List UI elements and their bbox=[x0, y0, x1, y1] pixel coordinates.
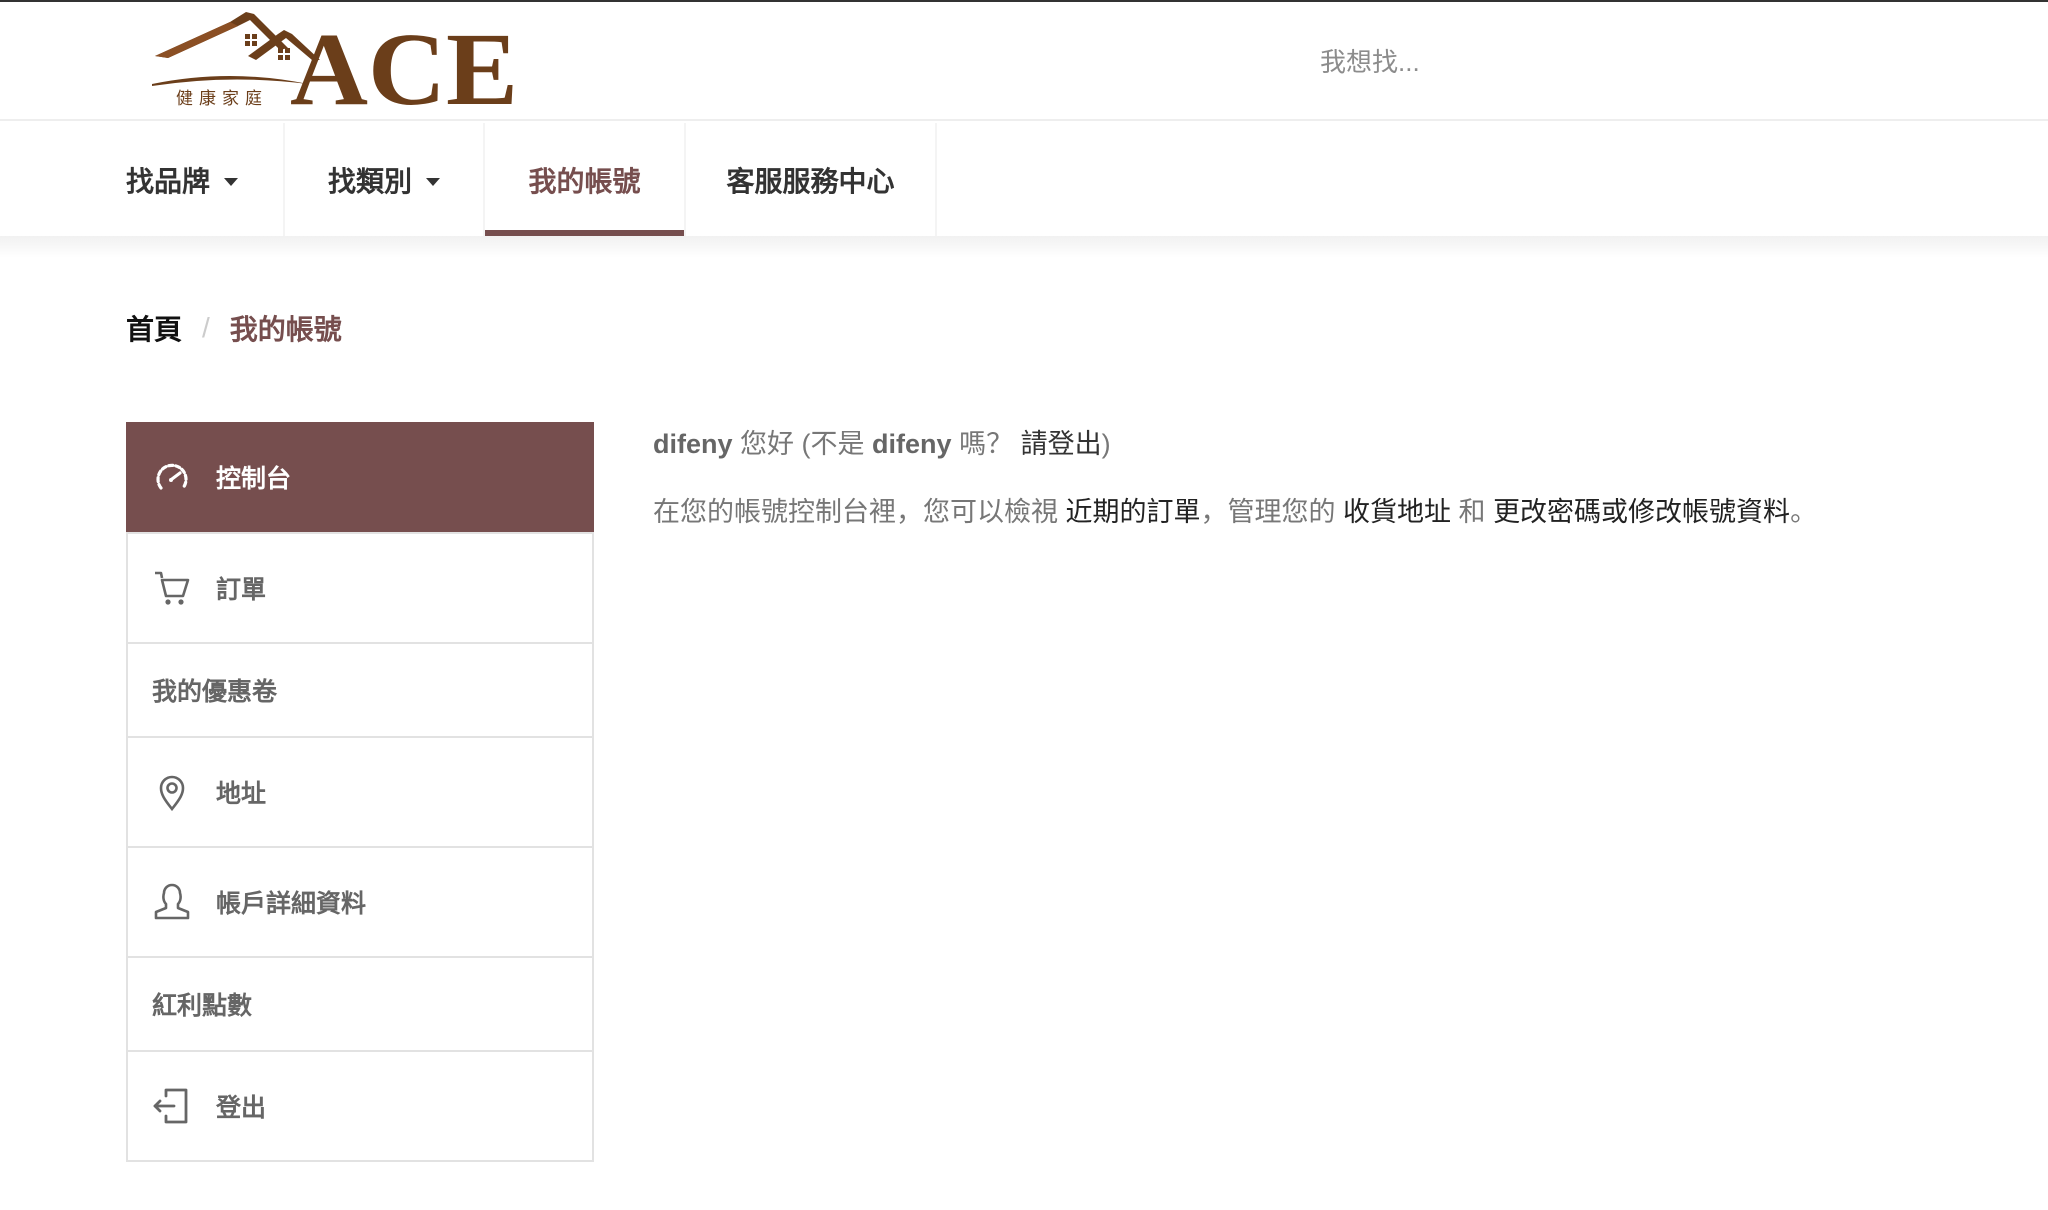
sidebar-item-label: 登出 bbox=[216, 1094, 267, 1122]
sidebar-item-address[interactable]: 地址 bbox=[128, 736, 592, 846]
sidebar-item-label: 控制台 bbox=[216, 465, 292, 493]
caret-down-icon bbox=[224, 177, 239, 186]
nav-item-label: 找品牌 bbox=[126, 165, 211, 197]
greeting-close: ) bbox=[1101, 429, 1111, 459]
sidebar-item-bonus-points[interactable]: 紅利點數 bbox=[128, 956, 592, 1050]
sidebar-item-label: 訂單 bbox=[216, 576, 267, 604]
svg-text:健康家庭: 健康家庭 bbox=[176, 89, 268, 108]
desc-text: ，管理您的 bbox=[1200, 497, 1336, 527]
svg-text:ACE: ACE bbox=[290, 12, 518, 108]
location-pin-icon bbox=[152, 772, 192, 812]
sidebar-item-label: 紅利點數 bbox=[152, 992, 253, 1020]
cart-icon bbox=[152, 568, 192, 608]
nav-item-label: 找類別 bbox=[327, 165, 412, 197]
greeting-hello: 您好 (不是 bbox=[740, 429, 865, 459]
nav-item-label: 我的帳號 bbox=[528, 165, 641, 197]
sidebar-item-label: 我的優惠卷 bbox=[152, 678, 278, 706]
nav-item-my-account[interactable]: 我的帳號 bbox=[483, 123, 684, 236]
logout-icon bbox=[152, 1086, 192, 1126]
account-sidebar: 控制台 訂單 我的優惠卷 地址 帳戶詳細資料 紅利點數 登出 bbox=[126, 422, 594, 1162]
greeting-text: difeny 您好 (不是 difeny 嗎？ 請登出) bbox=[653, 420, 1993, 468]
desc-text: 在您的帳號控制台裡，您可以檢視 bbox=[653, 497, 1058, 527]
nav-item-label: 客服服務中心 bbox=[726, 165, 895, 197]
username: difeny bbox=[653, 429, 733, 459]
site-header: 健康家庭 ACE bbox=[0, 2, 2048, 121]
breadcrumb-separator: / bbox=[202, 312, 210, 343]
shipping-address-link[interactable]: 收貨地址 bbox=[1343, 497, 1451, 527]
account-dashboard-content: difeny 您好 (不是 difeny 嗎？ 請登出) 在您的帳號控制台裡，您… bbox=[653, 420, 1993, 536]
nav-item-customer-service[interactable]: 客服服務中心 bbox=[684, 123, 937, 236]
sidebar-item-label: 地址 bbox=[216, 780, 267, 808]
nav-item-categories[interactable]: 找類別 bbox=[283, 123, 483, 236]
breadcrumb: 首頁 / 我的帳號 bbox=[126, 308, 342, 348]
user-icon bbox=[152, 882, 192, 922]
greeting-question: 嗎？ bbox=[959, 429, 1014, 459]
sidebar-item-label: 帳戶詳細資料 bbox=[216, 890, 367, 918]
logout-link[interactable]: 請登出 bbox=[1021, 429, 1102, 459]
edit-account-link[interactable]: 更改密碼或修改帳號資料 bbox=[1493, 497, 1790, 527]
caret-down-icon bbox=[426, 177, 440, 186]
dashboard-icon bbox=[152, 457, 192, 497]
nav-shadow bbox=[0, 236, 2048, 258]
desc-text: 和 bbox=[1458, 497, 1486, 527]
nav-item-brands[interactable]: 找品牌 bbox=[126, 123, 283, 236]
sidebar-item-coupons[interactable]: 我的優惠卷 bbox=[128, 642, 592, 736]
breadcrumb-current: 我的帳號 bbox=[229, 314, 342, 345]
dashboard-description: 在您的帳號控制台裡，您可以檢視 近期的訂單，管理您的 收貨地址 和 更改密碼或修… bbox=[653, 488, 1993, 536]
sidebar-item-logout[interactable]: 登出 bbox=[128, 1050, 592, 1160]
sidebar-item-account-details[interactable]: 帳戶詳細資料 bbox=[128, 846, 592, 956]
search-input[interactable] bbox=[1320, 34, 1920, 90]
main-nav: 找品牌 找類別 我的帳號 客服服務中心 bbox=[0, 123, 2048, 236]
recent-orders-link[interactable]: 近期的訂單 bbox=[1066, 497, 1201, 527]
breadcrumb-home[interactable]: 首頁 bbox=[126, 308, 182, 348]
sidebar-item-orders[interactable]: 訂單 bbox=[128, 532, 592, 642]
ace-logo-graphic: 健康家庭 ACE bbox=[152, 12, 518, 108]
username-repeat: difeny bbox=[872, 429, 952, 459]
sidebar-item-dashboard[interactable]: 控制台 bbox=[126, 422, 594, 532]
desc-text: 。 bbox=[1790, 497, 1818, 527]
site-logo[interactable]: 健康家庭 ACE bbox=[150, 8, 520, 108]
